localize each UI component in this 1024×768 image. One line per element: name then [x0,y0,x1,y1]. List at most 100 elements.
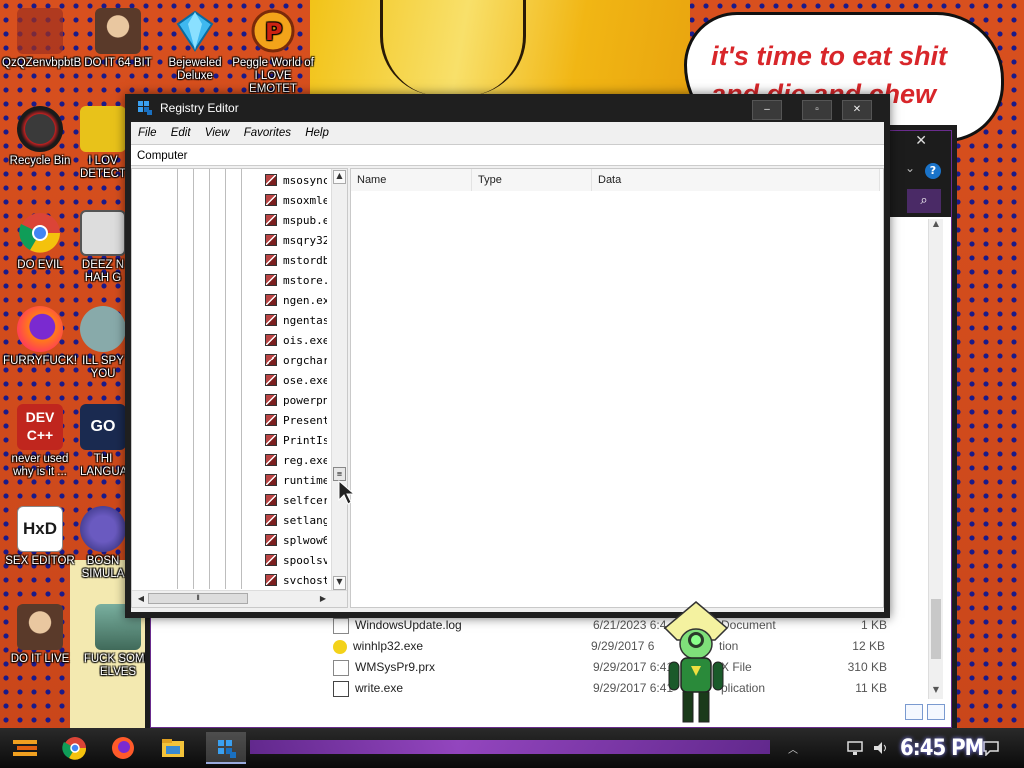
column-header-type[interactable]: Type [472,169,592,191]
tree-horizontal-scrollbar[interactable]: ◀ ⦀ ▶ [132,590,347,607]
desktop-icon-recycle-bin[interactable]: Recycle Bin [2,106,78,168]
tiles-view-icon[interactable] [927,704,945,720]
notification-icon[interactable] [982,740,1000,756]
tree-key[interactable]: PrintIsol [265,431,327,451]
portrait-icon [17,604,63,650]
taskbar-decoration [250,740,770,754]
chevron-up-icon[interactable]: ︿ [788,741,798,756]
title-bar[interactable]: Registry Editor – ▫ ✕ [125,94,890,122]
tree-key-label: reg.exe [283,454,327,467]
tree-key[interactable]: msoxmle [265,191,327,211]
value-list[interactable]: Name Type Data [350,168,884,608]
menu-favorites[interactable]: Favorites [237,122,291,144]
desktop-icon-do-evil[interactable]: DO EVIL [2,210,78,272]
tree-key[interactable]: powerpn [265,391,327,411]
character-sticker [663,601,729,723]
scroll-thumb[interactable] [931,599,941,659]
desktop-icon-qzqz[interactable]: QzQZenvbpbtB [2,8,81,70]
scroll-down-icon[interactable]: ▼ [929,685,943,699]
tree-key[interactable]: selfcert. [265,491,327,511]
column-header-data[interactable]: Data [592,169,880,191]
tree-key-label: splwow6 [283,534,327,547]
tree-key[interactable]: msqry32 [265,231,327,251]
scroll-left-icon[interactable]: ◀ [134,592,148,606]
tree-key[interactable]: setlang.e [265,511,327,531]
menu-edit[interactable]: Edit [164,122,191,144]
tree-key[interactable]: ose.exe [265,371,327,391]
tree-key[interactable]: runtimeb [265,471,327,491]
tree-key[interactable]: orgchart [265,351,327,371]
scroll-down-icon[interactable]: ▼ [333,576,346,590]
network-icon[interactable] [846,740,864,756]
taskbar: ︿ [0,728,1024,768]
taskbar-firefox-icon[interactable] [106,732,140,764]
scroll-right-icon[interactable]: ▶ [316,592,330,606]
close-button[interactable]: ✕ [842,100,872,120]
scroll-thumb[interactable]: ≡ [333,467,346,481]
desktop-icon-spy[interactable]: ILL SPY YOU [80,306,126,381]
menu-view[interactable]: View [198,122,230,144]
file-row[interactable]: WindowsUpdate.log 6/21/2023 6:4 Document 1 … [333,615,887,635]
file-size: 11 KB [855,681,887,695]
start-button[interactable] [8,732,42,764]
registry-key-icon [265,574,277,586]
tree-key[interactable]: ngentask [265,311,327,331]
vertical-scrollbar[interactable]: ▲ ▼ [928,219,943,699]
taskbar-regedit-icon[interactable] [206,732,246,764]
tree-key[interactable]: ngen.exe [265,291,327,311]
scroll-up-icon[interactable]: ▲ [333,170,346,184]
search-icon[interactable]: ⌕ [907,189,941,213]
file-row[interactable]: winhlp32.exe 9/29/2017 6 tion 12 KB [333,636,885,656]
minimize-button[interactable]: – [752,100,782,120]
tree-key[interactable]: mstore.e [265,271,327,291]
key-tree[interactable]: msosync. msoxmle mspub.ex msqry32 mstordb. ms… [131,168,348,608]
tree-key[interactable]: svchost.e [265,571,327,591]
desktop-icon-bejeweled[interactable]: Bejeweled Deluxe [157,8,233,83]
file-row[interactable]: write.exe 9/29/2017 6:41 plication 11 KB [333,678,887,698]
tree-key-label: msqry32 [283,234,327,247]
scroll-thumb[interactable]: ⦀ [148,593,248,604]
registry-key-icon [265,254,277,266]
tree-key[interactable]: spoolsv.e [265,551,327,571]
scroll-up-icon[interactable]: ▲ [929,219,943,233]
desktop-icon-deez[interactable]: DEEZ N HAH G [80,210,126,285]
tree-key[interactable]: msosync. [265,171,327,191]
tree-key[interactable]: Presenta [265,411,327,431]
maximize-button[interactable]: ▫ [802,100,832,120]
help-icon[interactable]: ? [925,163,941,179]
desktop-icon-devcpp[interactable]: DEV C++ never used why is it ... [2,404,78,479]
hxd-icon: HxD [17,506,63,552]
details-view-icon[interactable] [905,704,923,720]
close-icon[interactable]: ✕ [915,133,927,149]
address-bar[interactable]: Computer [131,144,884,166]
desktop-icon-do-it-live[interactable]: DO IT LIVE [2,604,78,666]
menu-help[interactable]: Help [298,122,329,144]
tree-key[interactable]: ois.exe [265,331,327,351]
tree-vertical-scrollbar[interactable]: ▲ ≡ ▼ [331,169,347,591]
registry-key-icon [265,314,277,326]
desktop-icon-do-it-64[interactable]: DO IT 64 BIT [80,8,156,70]
icon-label: DO IT LIVE [10,653,70,665]
desktop-icon-hxd[interactable]: HxD SEX EDITOR [2,506,78,568]
tree-key-label: setlang.e [283,514,327,527]
address-text: Computer [137,150,188,162]
tree-key[interactable]: mspub.ex [265,211,327,231]
desktop-icon-firefox[interactable]: FURRYFUCK! [2,306,78,368]
column-header-name[interactable]: Name [351,169,472,191]
desktop-icon-language[interactable]: GO THI LANGUA [80,404,126,479]
icon-label: ILL SPY YOU [82,355,124,380]
taskbar-clock[interactable]: 6:45 PM [900,736,984,761]
volume-icon[interactable] [872,740,890,756]
file-row[interactable]: WMSysPr9.prx 9/29/2017 6:41 X File 310 KB [333,657,887,677]
desktop-icon-detective[interactable]: I LOV DETECTI [80,106,126,181]
menu-file[interactable]: File [131,122,157,144]
desktop-icon-bosn[interactable]: BOSN SIMULA [80,506,126,581]
tree-key[interactable]: reg.exe [265,451,327,471]
chevron-down-icon[interactable]: ⌄ [905,161,915,175]
icon-label: DEEZ N HAH G [81,259,125,284]
tree-key[interactable]: splwow6 [265,531,327,551]
taskbar-chrome-icon[interactable] [58,732,92,764]
taskbar-file-explorer-icon[interactable] [156,732,190,764]
icon-label: Recycle Bin [9,155,71,167]
tree-key[interactable]: mstordb. [265,251,327,271]
